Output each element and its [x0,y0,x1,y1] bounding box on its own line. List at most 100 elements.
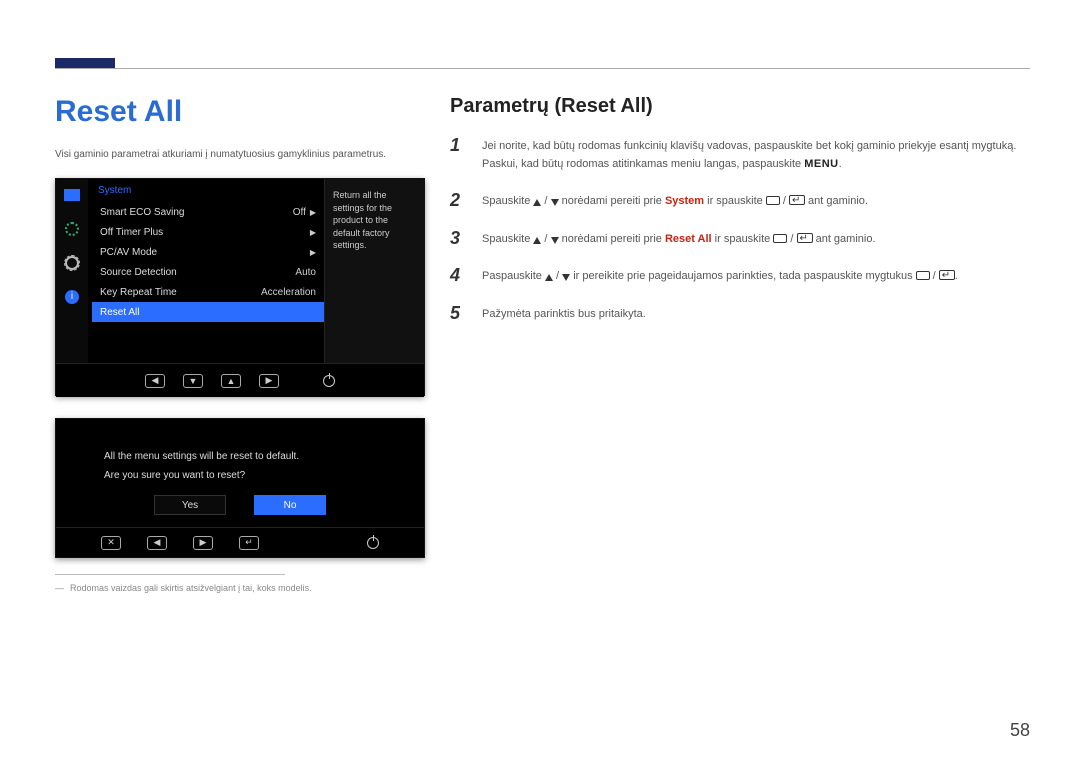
nav-left-icon[interactable]: ◀ [147,536,167,550]
osd-row-label: PC/AV Mode [100,247,157,258]
step-text-part: ant gaminio. [805,195,868,207]
enter-icon[interactable]: ↵ [239,536,259,550]
dialog-no-button[interactable]: No [254,495,326,515]
chapter-marker [55,58,115,68]
dialog-line-2: Are you sure you want to reset? [104,466,376,485]
osd-row-value: Auto [295,267,316,278]
nav-right-icon[interactable]: ▶ [259,374,279,388]
osd-row-source-detection[interactable]: Source Detection Auto [98,262,324,282]
step-text-part: ir pereikite prie pageidaujamos parinkti… [570,270,915,282]
screen-icon [64,187,80,203]
step-text-part: Spauskite [482,195,533,207]
step-text-part: norėdami pereiti prie [559,195,665,207]
step-number: 2 [450,191,468,211]
step-text-part: . [955,270,958,282]
up-arrow-icon [545,274,553,281]
chevron-right-icon: ▶ [310,228,316,237]
up-arrow-icon [533,237,541,244]
step-text-part: ir spauskite [704,195,766,207]
intro-text: Visi gaminio parametrai atkuriami į numa… [55,147,435,162]
button-icon [916,271,930,280]
color-icon [64,221,80,237]
menu-keyword: MENU [804,158,838,170]
osd-icon-column: i [56,179,88,363]
step-text-part: . [839,158,842,170]
resetall-keyword: Reset All [665,233,712,245]
down-arrow-icon [551,237,559,244]
step-text: Jei norite, kad būtų rodomas funkcinių k… [482,136,1030,173]
down-arrow-icon [562,274,570,281]
right-column: Parametrų (Reset All) 1 Jei norite, kad … [450,95,1030,324]
power-icon[interactable] [323,375,335,387]
system-keyword: System [665,195,704,207]
section-heading: Reset All [55,95,435,129]
button-icon [773,234,787,243]
nav-up-icon[interactable]: ▲ [221,374,241,388]
step-number: 1 [450,136,468,173]
step-1: 1 Jei norite, kad būtų rodomas funkcinių… [450,136,1030,173]
step-text-part: ant gaminio. [813,233,876,245]
dialog-button-row: Yes No [56,495,424,527]
osd-row-label: Source Detection [100,267,177,278]
osd-row-label: Reset All [100,307,139,318]
step-number: 3 [450,229,468,249]
osd-row-label: Smart ECO Saving [100,207,184,218]
page-content: Reset All Visi gaminio parametrai atkuri… [55,95,1030,723]
osd-row-value: Acceleration [261,287,316,298]
chevron-right-icon: ▶ [310,248,316,257]
step-text-part: Jei norite, kad būtų rodomas funkcinių k… [482,140,1016,170]
up-arrow-icon [533,199,541,206]
step-list: 1 Jei norite, kad būtų rodomas funkcinių… [450,136,1030,324]
osd-nav-footer: ◀ ▼ ▲ ▶ [56,363,424,397]
left-column: Reset All Visi gaminio parametrai atkuri… [55,95,435,593]
close-icon[interactable] [101,536,121,550]
enter-button-icon [789,195,805,205]
enter-button-icon [797,233,813,243]
osd-row-reset-all[interactable]: Reset All [92,302,332,322]
osd-row-off-timer[interactable]: Off Timer Plus ▶ [98,222,324,242]
step-text: Paspauskite / ir pereikite prie pageidau… [482,266,1030,286]
osd-menu-title: System [98,183,324,202]
osd-nav-footer: ◀ ▶ ↵ [56,527,424,557]
chevron-right-icon: ▶ [310,208,316,217]
osd-reset-confirm-dialog: All the menu settings will be reset to d… [55,418,425,558]
step-text: Pažymėta parinktis bus pritaikyta. [482,304,1030,324]
step-text: Spauskite / norėdami pereiti prie System… [482,191,1030,211]
nav-right-icon[interactable]: ▶ [193,536,213,550]
osd-row-pcav[interactable]: PC/AV Mode ▶ [98,242,324,262]
step-text: Spauskite / norėdami pereiti prie Reset … [482,229,1030,249]
page-number: 58 [1010,720,1030,741]
step-text-part: norėdami pereiti prie [559,233,665,245]
power-icon[interactable] [367,537,379,549]
osd-menu-list: System Smart ECO Saving Off ▶ Off Timer P… [88,179,324,363]
footnote-rule [55,574,285,575]
osd-system-menu: i System Smart ECO Saving Off ▶ Off Timer… [55,178,425,396]
osd-row-label: Key Repeat Time [100,287,177,298]
dialog-line-1: All the menu settings will be reset to d… [104,447,376,466]
dialog-yes-button[interactable]: Yes [154,495,226,515]
step-5: 5 Pažymėta parinktis bus pritaikyta. [450,304,1030,324]
enter-button-icon [939,270,955,280]
footnote-text: Rodomas vaizdas gali skirtis atsižvelgia… [55,583,435,593]
nav-left-icon[interactable]: ◀ [145,374,165,388]
osd-row-value: Off [293,207,306,218]
step-text-part: Paspauskite [482,270,545,282]
step-number: 4 [450,266,468,286]
subsection-heading: Parametrų (Reset All) [450,95,1030,118]
step-4: 4 Paspauskite / ir pereikite prie pageid… [450,266,1030,286]
info-icon: i [64,289,80,305]
step-3: 3 Spauskite / norėdami pereiti prie Rese… [450,229,1030,249]
osd-description-panel: Return all the settings for the product … [324,179,424,363]
horizontal-rule [55,68,1030,69]
nav-down-icon[interactable]: ▼ [183,374,203,388]
osd-row-smart-eco[interactable]: Smart ECO Saving Off ▶ [98,202,324,222]
gear-icon [64,255,80,271]
button-icon [766,196,780,205]
osd-row-label: Off Timer Plus [100,227,163,238]
step-2: 2 Spauskite / norėdami pereiti prie Syst… [450,191,1030,211]
dialog-message: All the menu settings will be reset to d… [56,419,424,495]
step-number: 5 [450,304,468,324]
osd-row-key-repeat[interactable]: Key Repeat Time Acceleration [98,282,324,302]
manual-page: Reset All Visi gaminio parametrai atkuri… [0,0,1080,763]
step-text-part: ir spauskite [712,233,774,245]
